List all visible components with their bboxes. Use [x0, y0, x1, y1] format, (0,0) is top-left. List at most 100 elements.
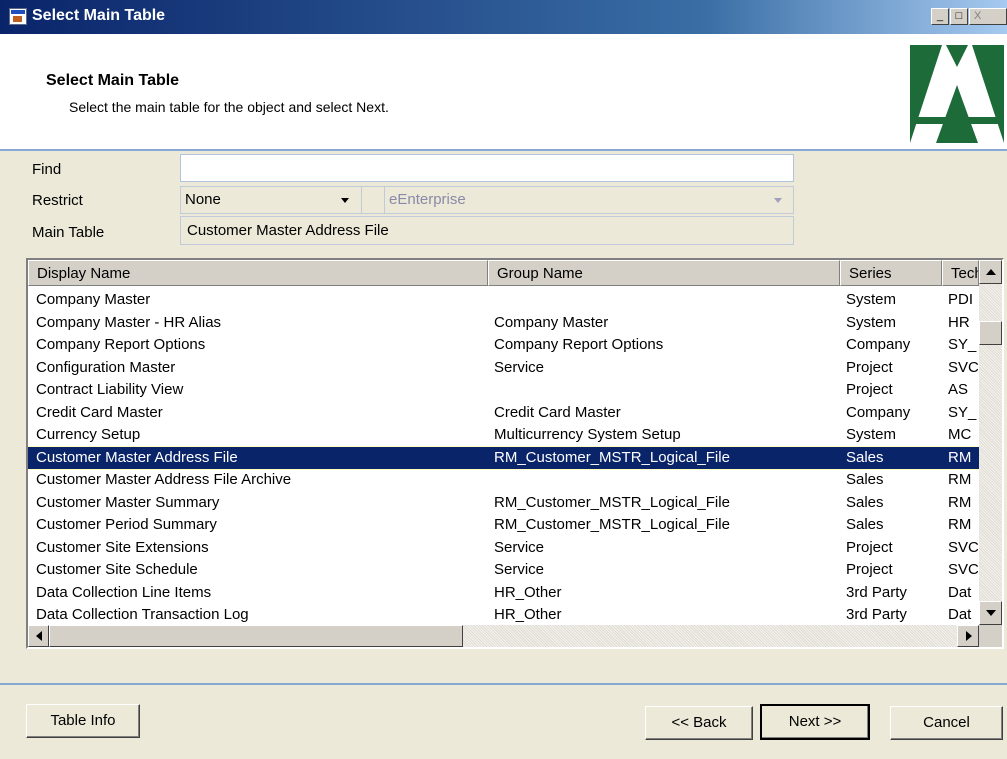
app-icon — [9, 8, 27, 25]
cell-series: Company — [846, 403, 911, 421]
cell-group-name: RM_Customer_MSTR_Logical_File — [494, 516, 730, 533]
cell-group-name: Company Report Options — [494, 336, 664, 353]
arrow-up-icon — [986, 269, 996, 275]
cell-series: Sales — [846, 493, 884, 511]
close-button[interactable]: X — [969, 8, 1007, 25]
table-row[interactable]: Configuration Master Service Project SVC — [28, 357, 979, 379]
cell-group-name: Company Master — [494, 313, 609, 331]
cell-display-name: Company Report Options — [36, 336, 206, 353]
find-label: Find — [32, 161, 62, 178]
arrow-left-icon — [36, 631, 42, 641]
table-row[interactable]: Company Report Options Company Report Opt… — [28, 334, 979, 356]
table-info-button[interactable]: Table Info — [26, 704, 140, 738]
restrict-scope-select: eEnterprise — [389, 191, 466, 208]
table-row[interactable]: Credit Card Master Credit Card Master Comp… — [28, 402, 979, 424]
horizontal-scrollbar[interactable] — [28, 625, 979, 647]
arrow-right-icon — [966, 631, 972, 641]
vertical-scrollbar[interactable] — [979, 260, 1002, 625]
table-row[interactable]: Data Collection Transaction Log HR_Other 3… — [28, 604, 979, 625]
wizard-header: Select Main Table Select the main table … — [0, 34, 1007, 151]
cell-technical-name: Dat — [948, 583, 972, 601]
cell-display-name: Customer Master Summary — [36, 493, 220, 511]
chevron-down-icon — [341, 198, 349, 203]
cell-series: Project — [846, 538, 893, 556]
main-table-field: Customer Master Address File — [180, 216, 794, 245]
find-input[interactable] — [180, 154, 794, 182]
column-header-display-name[interactable]: Display Name — [28, 260, 488, 286]
cell-series: Project — [846, 381, 893, 398]
cell-technical-name: HR — [948, 313, 970, 331]
title-bar[interactable]: Select Main Table _ □ X — [0, 0, 1007, 34]
cell-display-name: Contract Liability View — [36, 381, 184, 398]
cell-series: 3rd Party — [846, 583, 907, 601]
cell-display-name: Customer Master Address File Archive — [36, 471, 292, 488]
cell-technical-name: AS — [948, 381, 969, 398]
table-row[interactable]: Company Master System PDI — [28, 289, 979, 311]
table-row[interactable]: Data Collection Line Items HR_Other 3rd Pa… — [28, 582, 979, 604]
cell-technical-name: SY_ — [948, 403, 977, 421]
back-button[interactable]: << Back — [645, 706, 753, 740]
table-list[interactable]: Display Name Group Name Series Technical… — [26, 258, 1004, 649]
cell-display-name: Configuration Master — [36, 358, 176, 376]
cell-group-name: HR_Other — [494, 606, 562, 623]
scroll-right-button[interactable] — [957, 625, 979, 647]
cell-group-name: Service — [494, 358, 545, 376]
cell-series: Project — [846, 561, 893, 578]
cell-series: Sales — [846, 471, 884, 488]
cell-technical-name: RM — [948, 448, 972, 466]
table-row[interactable]: Customer Master Address File RM_Customer_… — [28, 445, 979, 470]
brand-logo — [910, 45, 1004, 143]
cell-technical-name: PDI — [948, 291, 974, 308]
column-header-group-name[interactable]: Group Name — [488, 260, 840, 286]
restrict-label: Restrict — [32, 192, 83, 209]
scroll-left-button[interactable] — [28, 625, 49, 647]
grid-header: Display Name Group Name Series Technical… — [28, 260, 979, 287]
restrict-row: None eEnterprise — [180, 186, 794, 214]
table-row[interactable]: Customer Period Summary RM_Customer_MSTR_… — [28, 514, 979, 536]
cell-technical-name: RM — [948, 516, 972, 533]
cell-series: System — [846, 291, 897, 308]
cancel-button[interactable]: Cancel — [890, 706, 1003, 740]
cell-group-name: Multicurrency System Setup — [494, 426, 681, 443]
maximize-button[interactable]: □ — [950, 8, 968, 25]
column-header-technical-name[interactable]: Technical Name — [942, 260, 979, 286]
cell-series: System — [846, 426, 897, 443]
cell-display-name: Customer Site Schedule — [36, 561, 198, 578]
cell-group-name: Credit Card Master — [494, 403, 621, 421]
cell-display-name: Company Master - HR Alias — [36, 313, 222, 331]
cell-display-name: Customer Master Address File — [36, 448, 238, 466]
cell-technical-name: SVC — [948, 561, 978, 578]
cell-display-name: Data Collection Line Items — [36, 583, 212, 601]
scroll-thumb-vertical[interactable] — [979, 321, 1002, 345]
restrict-select[interactable]: None — [181, 187, 359, 213]
cell-technical-name: SVC — [948, 358, 978, 376]
table-row[interactable]: Contract Liability View Project AS — [28, 379, 979, 401]
scroll-up-button[interactable] — [979, 260, 1002, 284]
table-row[interactable]: Customer Site Extensions Service Project SV… — [28, 537, 979, 559]
table-row[interactable]: Currency Setup Multicurrency System Setup… — [28, 424, 979, 446]
cell-series: Sales — [846, 448, 884, 466]
scroll-down-button[interactable] — [979, 601, 1002, 625]
cell-series: System — [846, 313, 897, 331]
table-row[interactable]: Company Master - HR Alias Company Master S… — [28, 312, 979, 334]
cell-series: Project — [846, 358, 893, 376]
cell-display-name: Customer Period Summary — [36, 516, 217, 533]
minimize-button[interactable]: _ — [931, 8, 949, 25]
cell-display-name: Credit Card Master — [36, 403, 163, 421]
scroll-thumb-horizontal[interactable] — [49, 625, 463, 647]
next-button[interactable]: Next >> — [760, 704, 870, 740]
cell-display-name: Currency Setup — [36, 426, 141, 443]
cell-technical-name: RM — [948, 471, 972, 488]
table-row[interactable]: Customer Site Schedule Service Project SVC — [28, 559, 979, 581]
cell-series: Company — [846, 336, 911, 353]
cell-display-name: Customer Site Extensions — [36, 538, 209, 556]
scope-chevron-down-icon — [774, 198, 782, 203]
restrict-checkbox[interactable] — [361, 187, 385, 213]
restrict-select-value: None — [185, 191, 221, 208]
table-row[interactable]: Customer Master Summary RM_Customer_MSTR_… — [28, 492, 979, 514]
page-title: Select Main Table — [46, 72, 180, 89]
cell-group-name: HR_Other — [494, 583, 562, 601]
table-row[interactable]: Customer Master Address File Archive Sale… — [28, 469, 979, 491]
page-subtitle: Select the main table for the object and… — [69, 99, 389, 115]
column-header-series[interactable]: Series — [840, 260, 942, 286]
